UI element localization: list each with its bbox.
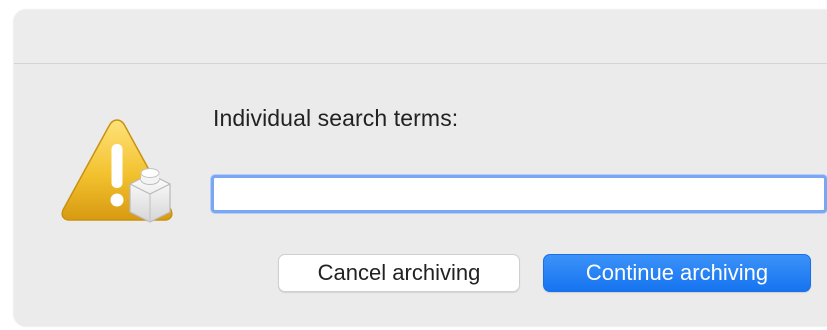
search-terms-input[interactable] [211,175,827,213]
continue-archiving-button[interactable]: Continue archiving [543,254,811,292]
dialog-titlebar [14,10,827,64]
prompt-label: Individual search terms: [213,105,459,131]
warning-icon [61,119,173,223]
alert-dialog: Individual search terms: Cancel archivin… [14,10,827,326]
cancel-archiving-button[interactable]: Cancel archiving [278,254,520,292]
